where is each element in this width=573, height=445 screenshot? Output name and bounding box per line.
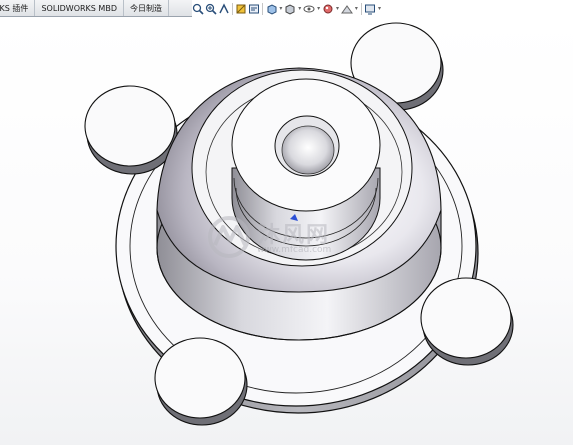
zoom-area-icon[interactable] xyxy=(205,2,217,16)
edit-appearance-dropdown-icon[interactable]: ▾ xyxy=(335,2,340,16)
lug-left xyxy=(84,85,178,175)
display-style-dropdown-icon[interactable]: ▾ xyxy=(297,2,302,16)
watermark-logo-icon xyxy=(208,216,250,258)
graphics-area[interactable]: 沐风网 www.mfcad.com xyxy=(0,17,573,445)
watermark: 沐风网 www.mfcad.com xyxy=(205,215,375,265)
previous-view-icon[interactable] xyxy=(218,2,230,16)
apply-scene-icon[interactable] xyxy=(341,2,353,16)
zoom-to-fit-icon[interactable] xyxy=(192,2,204,16)
watermark-url: www.mfcad.com xyxy=(257,245,332,255)
view-orientation-icon[interactable] xyxy=(266,2,278,16)
tab-today-manufacturing[interactable]: 今日制造 xyxy=(124,0,169,16)
lug-right xyxy=(420,277,514,366)
command-manager-tabs: RKS 插件 SOLIDWORKS MBD 今日制造 xyxy=(0,0,192,17)
apply-scene-dropdown-icon[interactable]: ▾ xyxy=(354,2,359,16)
edit-appearance-icon[interactable] xyxy=(322,2,334,16)
hide-show-icon[interactable] xyxy=(303,2,315,16)
view-settings-icon[interactable] xyxy=(364,2,376,16)
tab-solidworks-mbd[interactable]: SOLIDWORKS MBD xyxy=(35,0,124,16)
hide-show-dropdown-icon[interactable]: ▾ xyxy=(316,2,321,16)
main-body xyxy=(156,67,442,341)
view-settings-dropdown-icon[interactable]: ▾ xyxy=(377,2,382,16)
lug-bottom-left xyxy=(154,337,248,426)
tab-plugins[interactable]: RKS 插件 xyxy=(0,0,36,16)
section-view-icon[interactable] xyxy=(235,2,247,16)
display-style-icon[interactable] xyxy=(284,2,296,16)
dynamic-annotation-icon[interactable] xyxy=(248,2,260,16)
view-orientation-dropdown-icon[interactable]: ▾ xyxy=(279,2,284,16)
heads-up-view-toolbar: ▾ ▾ ▾ ▾ ▾ ▾ xyxy=(192,0,382,17)
